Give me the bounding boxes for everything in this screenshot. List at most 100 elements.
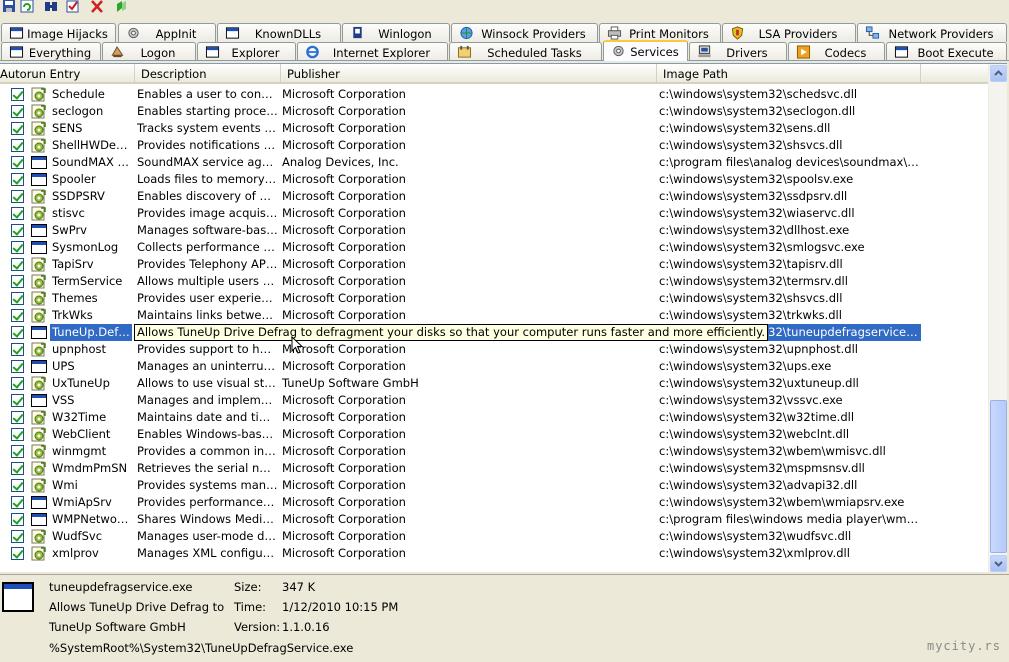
table-row[interactable]: WebClient Enables Windows-based pr... Micr… (0, 426, 988, 443)
tab-logon[interactable]: Logon (102, 42, 196, 61)
table-row[interactable]: SwPrv Manages software-based v... Microsof… (0, 222, 988, 239)
jump-icon[interactable] (114, 0, 128, 13)
table-row[interactable]: WmiApSrv Provides performance librar... Mi… (0, 494, 988, 511)
tab-everything[interactable]: Everything (1, 42, 101, 61)
entry-name: VSS (52, 393, 75, 407)
table-row[interactable]: SSDPSRV Enables discovery of UPnP ... Micr… (0, 188, 988, 205)
enabled-checkbox[interactable] (11, 156, 24, 169)
properties-icon[interactable] (66, 0, 80, 13)
tab-winlogon[interactable]: Winlogon (342, 23, 450, 42)
vertical-scrollbar[interactable] (988, 64, 1007, 572)
service-icon (31, 444, 46, 459)
enabled-checkbox[interactable] (11, 479, 24, 492)
table-row[interactable]: W32Time Maintains date and time syn... Mic… (0, 409, 988, 426)
enabled-checkbox[interactable] (11, 394, 24, 407)
find-icon[interactable] (44, 0, 58, 13)
tab-winsock-providers[interactable]: Winsock Providers (451, 23, 598, 42)
table-row[interactable]: SysmonLog Collects performance data fr...… (0, 239, 988, 256)
table-row[interactable]: UPS Manages an uninterruptible ... Microso… (0, 358, 988, 375)
entry-publisher: Microsoft Corporation (282, 444, 406, 458)
table-row[interactable]: Wmi Provides systems managem... Microsoft … (0, 477, 988, 494)
application-icon (31, 360, 47, 373)
tab-codecs[interactable]: Codecs (788, 42, 885, 61)
table-row[interactable]: Spooler Loads files to memory for lat... M… (0, 171, 988, 188)
table-row[interactable]: WMPNetwork... Shares Windows Media Pla...… (0, 511, 988, 528)
enabled-checkbox[interactable] (11, 428, 24, 441)
refresh-icon[interactable] (20, 0, 34, 13)
table-row[interactable]: seclogon Enables starting processes ... Mi… (0, 103, 988, 120)
enabled-checkbox[interactable] (11, 88, 24, 101)
autorun-list[interactable]: Autorun Entry Description Publisher Imag… (0, 63, 1007, 572)
table-row[interactable]: VSS Manages and implements V... Microsoft … (0, 392, 988, 409)
enabled-checkbox[interactable] (11, 241, 24, 254)
enabled-checkbox[interactable] (11, 462, 24, 475)
save-icon[interactable] (2, 0, 16, 13)
tab-knowndlls[interactable]: KnownDLLs (217, 23, 341, 42)
description-tooltip: Allows TuneUp Drive Defrag to defragment… (134, 324, 769, 341)
entry-name: WebClient (52, 427, 111, 441)
tab-image-hijacks[interactable]: Image Hijacks (1, 23, 116, 42)
enabled-checkbox[interactable] (11, 258, 24, 271)
tab-scheduled-tasks[interactable]: Scheduled Tasks (449, 42, 602, 61)
table-row[interactable]: TrkWks Maintains links between NT... Micro… (0, 307, 988, 324)
scroll-up-button[interactable] (990, 65, 1007, 82)
scroll-thumb[interactable] (990, 400, 1007, 553)
enabled-checkbox[interactable] (11, 224, 24, 237)
enabled-checkbox[interactable] (11, 343, 24, 356)
enabled-checkbox[interactable] (11, 377, 24, 390)
enabled-checkbox[interactable] (11, 173, 24, 186)
tab-lsa-providers[interactable]: LSA Providers (722, 23, 856, 42)
entry-image-path: c:\windows\system32\wbem\wmiapsrv.exe (659, 495, 905, 509)
enabled-checkbox[interactable] (11, 326, 24, 339)
enabled-checkbox[interactable] (11, 207, 24, 220)
enabled-checkbox[interactable] (11, 513, 24, 526)
tab-network-providers[interactable]: Network Providers (857, 23, 1007, 42)
enabled-checkbox[interactable] (11, 190, 24, 203)
table-row[interactable]: upnphost Provides support to host Un... Mi… (0, 341, 988, 358)
enabled-checkbox[interactable] (11, 105, 24, 118)
table-row[interactable]: WmdmPmSN Retrieves the serial number ... M… (0, 460, 988, 477)
table-row[interactable]: SENS Tracks system events such ... Microso… (0, 120, 988, 137)
tab-appinit[interactable]: AppInit (118, 23, 216, 42)
table-row[interactable]: ShellHWDetec... Provides notifications fo… (0, 137, 988, 154)
enabled-checkbox[interactable] (11, 411, 24, 424)
table-row[interactable]: TapiSrv Provides Telephony API (T... Micro… (0, 256, 988, 273)
enabled-checkbox[interactable] (11, 530, 24, 543)
enabled-checkbox[interactable] (11, 360, 24, 373)
tab-services[interactable]: Services (603, 40, 688, 61)
column-header-description[interactable]: Description (135, 64, 281, 84)
table-row[interactable]: xmlprov Manages XML configuratio... Micros… (0, 545, 988, 562)
enabled-checkbox[interactable] (11, 139, 24, 152)
table-row[interactable]: SoundMAX Ag... SoundMAX service agent c..… (0, 154, 988, 171)
entry-publisher: Microsoft Corporation (282, 359, 406, 373)
table-row[interactable]: TermService Allows multiple users to be c… (0, 273, 988, 290)
enabled-checkbox[interactable] (11, 547, 24, 560)
table-row[interactable]: Themes Provides user experience th... Micr… (0, 290, 988, 307)
column-header-image-path[interactable]: Image Path (657, 64, 921, 84)
table-row[interactable]: stisvc Provides image acquisition ... Micr… (0, 205, 988, 222)
column-header-entry[interactable]: Autorun Entry (0, 64, 135, 84)
tab-drivers[interactable]: Drivers (689, 42, 787, 61)
service-icon (31, 257, 46, 272)
table-row[interactable]: Schedule Enables a user to configure ... M… (0, 86, 988, 103)
table-row[interactable]: winmgmt Provides a common interfac... Micr… (0, 443, 988, 460)
entry-publisher: Microsoft Corporation (282, 546, 406, 560)
enabled-checkbox[interactable] (11, 122, 24, 135)
enabled-checkbox[interactable] (11, 496, 24, 509)
column-header-publisher[interactable]: Publisher (281, 64, 657, 84)
table-row[interactable]: WudfSvc Manages user-mode driver ... Micro… (0, 528, 988, 545)
tab-explorer[interactable]: Explorer (197, 42, 296, 61)
table-row-selected[interactable]: TuneUp.Defrag c:\windows\system32\tuneupd… (0, 324, 988, 341)
enabled-checkbox[interactable] (11, 275, 24, 288)
enabled-checkbox[interactable] (11, 445, 24, 458)
table-row[interactable]: UxTuneUp Allows to use visual styles w...… (0, 375, 988, 392)
tab-label: Internet Explorer (332, 46, 431, 60)
delete-icon[interactable] (90, 0, 104, 13)
enabled-checkbox[interactable] (11, 309, 24, 322)
entry-description: Manages user-mode driver ... (137, 529, 278, 543)
tab-internet-explorer[interactable]: Internet Explorer (297, 42, 448, 61)
scroll-down-button[interactable] (990, 555, 1007, 572)
entry-description: Enables Windows-based pr... (137, 427, 278, 441)
enabled-checkbox[interactable] (11, 292, 24, 305)
tab-boot-execute[interactable]: Boot Execute (886, 42, 1007, 61)
